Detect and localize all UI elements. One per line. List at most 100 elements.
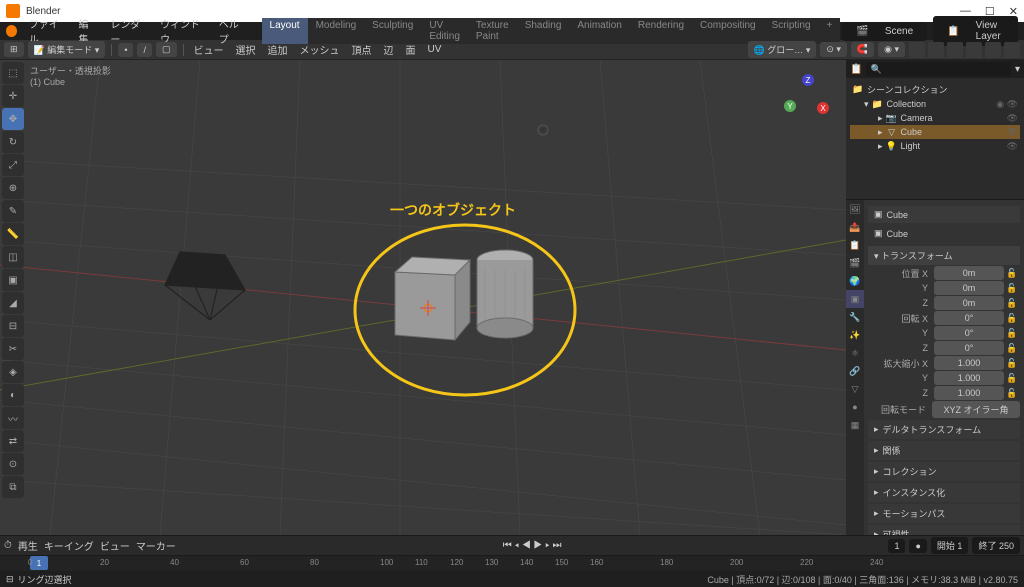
tab-add[interactable]: + <box>819 18 841 44</box>
ptab-constraint[interactable]: 🔗 <box>846 362 864 380</box>
panel-visibility[interactable]: ▸ 可視性 <box>868 525 1020 535</box>
play-button[interactable]: ▶ <box>534 540 543 551</box>
jump-start-button[interactable]: ⏮ <box>503 540 512 551</box>
ptab-physics[interactable]: ⚛ <box>846 344 864 362</box>
tool-select-box[interactable]: ⬚ <box>2 62 24 84</box>
rot-y[interactable]: 0° <box>934 326 1004 340</box>
ptab-particle[interactable]: ✨ <box>846 326 864 344</box>
nav-gizmo[interactable]: X Y Z <box>782 74 832 124</box>
frame-start[interactable]: 開始 1 <box>931 537 969 554</box>
scale-z[interactable]: 1.000 <box>934 386 1004 400</box>
mode-selector[interactable]: 📝 編集モード ▾ <box>28 41 106 58</box>
ptab-scene[interactable]: 🎬 <box>846 254 864 272</box>
shading-wireframe[interactable] <box>947 42 963 58</box>
shading-solid[interactable] <box>966 42 982 58</box>
ptab-modifier[interactable]: 🔧 <box>846 308 864 326</box>
tab-layout[interactable]: Layout <box>262 18 308 44</box>
pivot-selector[interactable]: ⊙ ▾ <box>820 42 847 57</box>
header-view[interactable]: ビュー <box>190 42 228 57</box>
rot-x[interactable]: 0° <box>934 311 1004 325</box>
select-mode-vertex[interactable]: • <box>118 43 133 57</box>
transform-panel-header[interactable]: ▾ トランスフォーム <box>868 246 1020 265</box>
outliner-type-icon[interactable]: 📋 <box>850 64 862 75</box>
loc-x[interactable]: 0m <box>934 266 1004 280</box>
ptab-data[interactable]: ▽ <box>846 380 864 398</box>
lock-scale-z-icon[interactable]: 🔓 <box>1006 388 1020 399</box>
lock-scale-y-icon[interactable]: 🔓 <box>1006 373 1020 384</box>
keyframe-next-button[interactable]: ▸ <box>545 540 550 551</box>
tool-loopcut[interactable]: ⊟ <box>2 315 24 337</box>
jump-end-button[interactable]: ⏭ <box>553 540 562 551</box>
tab-uvediting[interactable]: UV Editing <box>421 18 468 44</box>
panel-motionpaths[interactable]: ▸ モーションパス <box>868 504 1020 523</box>
lock-loc-y-icon[interactable]: 🔓 <box>1006 283 1020 294</box>
tool-smooth[interactable]: 〰 <box>2 407 24 429</box>
tool-shrink[interactable]: ⊙ <box>2 453 24 475</box>
lock-rot-x-icon[interactable]: 🔓 <box>1006 313 1020 324</box>
ptab-world[interactable]: 🌍 <box>846 272 864 290</box>
outliner-cube[interactable]: ▸▽Cube👁 <box>850 125 1020 139</box>
playhead[interactable]: 1 <box>30 556 48 570</box>
outliner-root[interactable]: 📁シーンコレクション <box>850 82 1020 97</box>
scale-y[interactable]: 1.000 <box>934 371 1004 385</box>
keyframe-prev-button[interactable]: ◂ <box>515 540 520 551</box>
tool-polybuild[interactable]: ◈ <box>2 361 24 383</box>
xray-toggle[interactable] <box>928 42 944 58</box>
tool-inset[interactable]: ▣ <box>2 269 24 291</box>
tab-rendering[interactable]: Rendering <box>630 18 692 44</box>
header-face[interactable]: 面 <box>402 42 420 57</box>
outliner-light[interactable]: ▸💡Light👁 <box>850 139 1020 153</box>
panel-collections[interactable]: ▸ コレクション <box>868 462 1020 481</box>
panel-relations[interactable]: ▸ 関係 <box>868 441 1020 460</box>
shading-rendered[interactable] <box>1004 42 1020 58</box>
lock-scale-x-icon[interactable]: 🔓 <box>1006 358 1020 369</box>
gizmo-x[interactable]: X <box>817 102 829 114</box>
header-uv[interactable]: UV <box>424 44 446 55</box>
tool-rip[interactable]: ⧉ <box>2 476 24 498</box>
tool-measure[interactable]: 📏 <box>2 223 24 245</box>
lock-loc-z-icon[interactable]: 🔓 <box>1006 298 1020 309</box>
tool-bevel[interactable]: ◢ <box>2 292 24 314</box>
rotation-mode[interactable]: XYZ オイラー角 <box>932 401 1020 418</box>
header-select[interactable]: 選択 <box>232 42 260 57</box>
shading-lookdev[interactable] <box>985 42 1001 58</box>
loc-z[interactable]: 0m <box>934 296 1004 310</box>
ptab-output[interactable]: 📤 <box>846 218 864 236</box>
tool-extrude[interactable]: ◫ <box>2 246 24 268</box>
ptab-render[interactable]: 🖼 <box>846 200 864 218</box>
tool-transform[interactable]: ⊕ <box>2 177 24 199</box>
tool-spin[interactable]: ◐ <box>2 384 24 406</box>
gizmo-y[interactable]: Y <box>784 100 796 112</box>
tab-texturepaint[interactable]: Texture Paint <box>468 18 517 44</box>
tool-move[interactable]: ✥ <box>2 108 24 130</box>
3d-viewport[interactable]: ⬚ ✛ ✥ ↻ ⤢ ⊕ ✎ 📏 ◫ ▣ ◢ ⊟ ✂ ◈ ◐ 〰 ⇄ ⊙ ⧉ ユー… <box>0 60 846 535</box>
tool-knife[interactable]: ✂ <box>2 338 24 360</box>
editor-type-icon[interactable]: ⊞ <box>4 42 24 57</box>
header-vertex[interactable]: 頂点 <box>348 42 376 57</box>
outliner-search[interactable] <box>866 62 1011 76</box>
panel-instancing[interactable]: ▸ インスタンス化 <box>868 483 1020 502</box>
tab-shading[interactable]: Shading <box>517 18 570 44</box>
overlay-toggle[interactable] <box>909 42 925 58</box>
tab-sculpting[interactable]: Sculpting <box>364 18 421 44</box>
snap-toggle[interactable]: 🧲 <box>851 42 874 57</box>
ptab-viewlayer[interactable]: 📋 <box>846 236 864 254</box>
timeline-ruler[interactable]: 1 0 20 40 60 80 100 110 120 130 140 150 … <box>0 555 1024 571</box>
header-mesh[interactable]: メッシュ <box>296 42 344 57</box>
scale-x[interactable]: 1.000 <box>934 356 1004 370</box>
lock-rot-z-icon[interactable]: 🔓 <box>1006 343 1020 354</box>
tool-edgeslide[interactable]: ⇄ <box>2 430 24 452</box>
lock-rot-y-icon[interactable]: 🔓 <box>1006 328 1020 339</box>
scene-selector[interactable]: 🎬Scene <box>842 22 927 41</box>
tool-rotate[interactable]: ↻ <box>2 131 24 153</box>
proportional-toggle[interactable]: ◉ ▾ <box>878 42 905 57</box>
play-reverse-button[interactable]: ◀ <box>522 540 531 551</box>
gizmo-z[interactable]: Z <box>802 74 814 86</box>
header-add[interactable]: 追加 <box>264 42 292 57</box>
current-frame[interactable]: 1 <box>888 539 905 553</box>
object-name-field[interactable]: ▣Cube <box>868 206 1020 223</box>
tool-cursor[interactable]: ✛ <box>2 85 24 107</box>
tab-animation[interactable]: Animation <box>569 18 629 44</box>
ptab-texture[interactable]: ▦ <box>846 416 864 434</box>
panel-delta[interactable]: ▸ デルタトランスフォーム <box>868 420 1020 439</box>
